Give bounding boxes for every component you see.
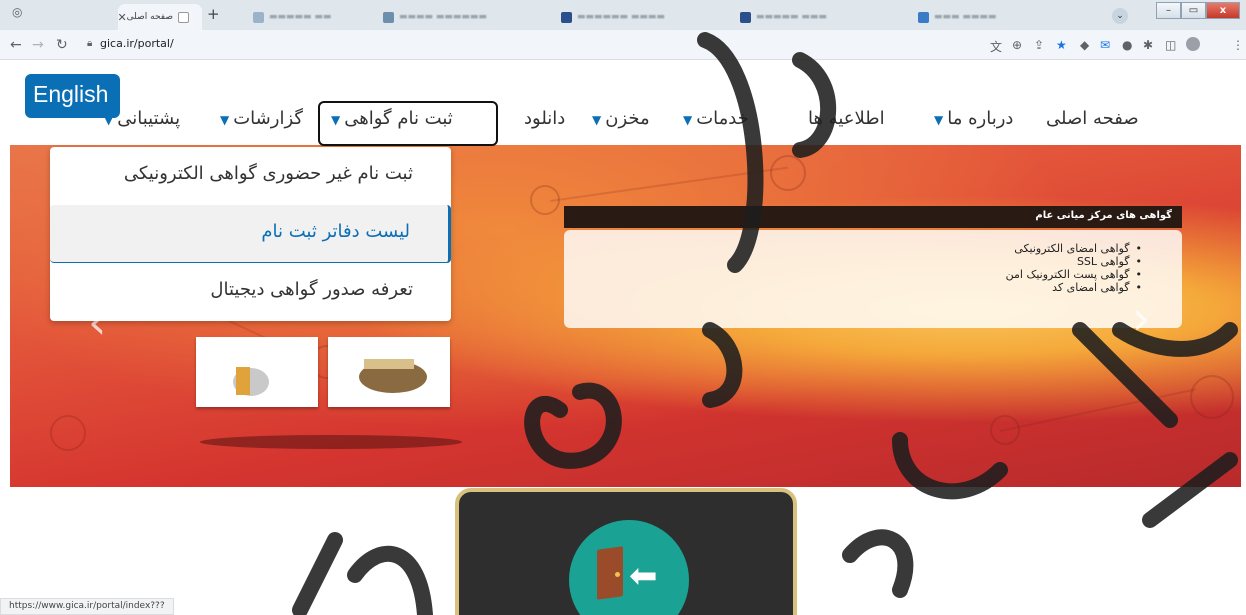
network-line-decoration — [550, 166, 788, 202]
window-close-button[interactable]: x — [1206, 2, 1240, 19]
extensions-puzzle-icon[interactable]: ✱ — [1143, 38, 1153, 52]
tab-background[interactable]: ▬▬▬▬▬▬ ▬▬▬▬ — [548, 4, 718, 30]
certificate-list-item: گواهی SSL — [564, 255, 1142, 268]
dropdown-caret-icon: ▼ — [592, 113, 602, 127]
extension-icon[interactable]: ◆ — [1080, 38, 1089, 52]
dropdown-caret-icon: ▼ — [934, 113, 944, 127]
product-shadow — [200, 435, 462, 449]
dropdown-item-registration-offices[interactable]: لیست دفاتر ثبت نام — [50, 205, 451, 263]
tab-home[interactable]: صفحه اصلی ✕ — [118, 4, 202, 30]
mail-extension-icon[interactable]: ✉ — [1100, 38, 1110, 52]
address-bar: ← → ↻ 🔒︎ gica.ir/portal/ 文 ⊕ ⇪ ★ ◆ ✉ ● ✱… — [0, 30, 1246, 60]
browser-menu-icon[interactable]: ◎ — [12, 5, 22, 19]
maximize-button[interactable]: ▭ — [1181, 2, 1206, 19]
certificate-list-item: گواهی امضای الکترونیکی — [564, 242, 1142, 255]
sign-product-icon — [359, 359, 427, 393]
status-bar-url: https://www.gica.ir/portal/index??? — [0, 598, 174, 615]
extension-icon[interactable]: ● — [1122, 38, 1132, 52]
menu-about[interactable]: ▼ درباره ما — [934, 108, 1013, 129]
window-controls: – ▭ x — [1156, 2, 1240, 19]
dropdown-caret-icon: ▼ — [104, 113, 114, 127]
minimize-button[interactable]: – — [1156, 2, 1181, 19]
certificates-panel: گواهی امضای الکترونیکی گواهی SSL گواهی پ… — [564, 230, 1182, 328]
reload-icon[interactable]: ↻ — [56, 37, 68, 53]
certificate-list-item: گواهی پست الکترونیک امن — [564, 268, 1142, 281]
tab-favicon-icon — [918, 11, 929, 23]
menu-news[interactable]: اطلاعیه ها — [808, 108, 885, 129]
tab-background[interactable]: ▬▬▬▬ ▬▬▬▬▬▬ — [370, 4, 540, 30]
certificates-panel-heading: گواهی های مرکز میانی عام — [564, 206, 1182, 228]
arrow-left-icon: ⬅ — [629, 556, 658, 596]
bookmark-star-icon[interactable]: ★ — [1056, 38, 1067, 52]
menu-home[interactable]: صفحه اصلی — [1046, 108, 1139, 129]
browser-kebab-menu-icon[interactable]: ⋮ — [1232, 38, 1244, 52]
site-favicon-icon — [178, 11, 189, 23]
highlight-box — [318, 101, 498, 146]
dropdown-item-online-registration[interactable]: ثبت نام غیر حضوری گواهی الکترونیکی — [50, 147, 451, 205]
network-line-decoration — [1000, 388, 1197, 432]
zoom-icon[interactable]: ⊕ — [1012, 38, 1022, 52]
share-icon[interactable]: ⇪ — [1034, 38, 1044, 52]
tab-search-chevron-icon[interactable]: ⌄ — [1112, 8, 1128, 24]
new-tab-button[interactable]: + — [207, 5, 220, 23]
menu-support[interactable]: ▼ پشتیبانی — [104, 108, 180, 129]
forward-arrow-icon[interactable]: → — [32, 37, 44, 53]
product-image-card — [328, 337, 450, 407]
product-image-card — [196, 337, 318, 407]
portal-page: English صفحه اصلی ▼ درباره ما اطلاعیه ها … — [0, 60, 1246, 615]
login-card[interactable]: ⬅ — [455, 488, 797, 615]
network-node-decoration — [1190, 375, 1234, 419]
profile-avatar[interactable] — [1186, 37, 1200, 51]
translate-icon[interactable]: 文 — [990, 38, 1002, 55]
tab-favicon-icon — [740, 11, 751, 23]
cert-registration-dropdown: ثبت نام غیر حضوری گواهی الکترونیکی لیست … — [50, 147, 451, 321]
tab-background[interactable]: ▬▬▬▬▬ ▬▬ — [240, 4, 360, 30]
dropdown-caret-icon: ▼ — [683, 113, 693, 127]
network-node-decoration — [770, 155, 806, 191]
lock-icon[interactable]: 🔒︎ — [87, 38, 92, 49]
close-tab-icon[interactable]: ✕ — [118, 11, 127, 24]
tab-background[interactable]: ▬▬▬▬▬ ▬▬▬ — [727, 4, 897, 30]
tab-background[interactable]: ▬▬▬ ▬▬▬▬ — [905, 4, 1075, 30]
door-knob — [615, 572, 620, 577]
side-panel-icon[interactable]: ◫ — [1165, 38, 1176, 52]
mail-product-icon — [233, 367, 269, 396]
menu-download[interactable]: دانلود — [524, 108, 565, 129]
url-field[interactable]: gica.ir/portal/ — [100, 37, 174, 50]
back-arrow-icon[interactable]: ← — [10, 37, 22, 53]
certificate-list-item: گواهی امضای کد — [564, 281, 1142, 294]
menu-repository[interactable]: ▼ مخزن — [592, 108, 650, 129]
tab-favicon-icon — [561, 11, 572, 23]
login-door-icon: ⬅ — [569, 520, 689, 615]
network-node-decoration — [50, 415, 86, 451]
menu-services[interactable]: ▼ خدمات — [683, 108, 749, 129]
menu-reports[interactable]: ▼ گزارشات — [220, 108, 303, 129]
tab-favicon-icon — [253, 11, 264, 23]
dropdown-caret-icon: ▼ — [220, 113, 230, 127]
tab-favicon-icon — [383, 11, 394, 23]
dropdown-item-tariff[interactable]: تعرفه صدور گواهی دیجیتال — [50, 263, 451, 321]
browser-tabstrip: ◎ صفحه اصلی ✕ + ▬▬▬▬▬ ▬▬ ▬▬▬▬ ▬▬▬▬▬▬ ▬▬▬… — [0, 0, 1246, 30]
